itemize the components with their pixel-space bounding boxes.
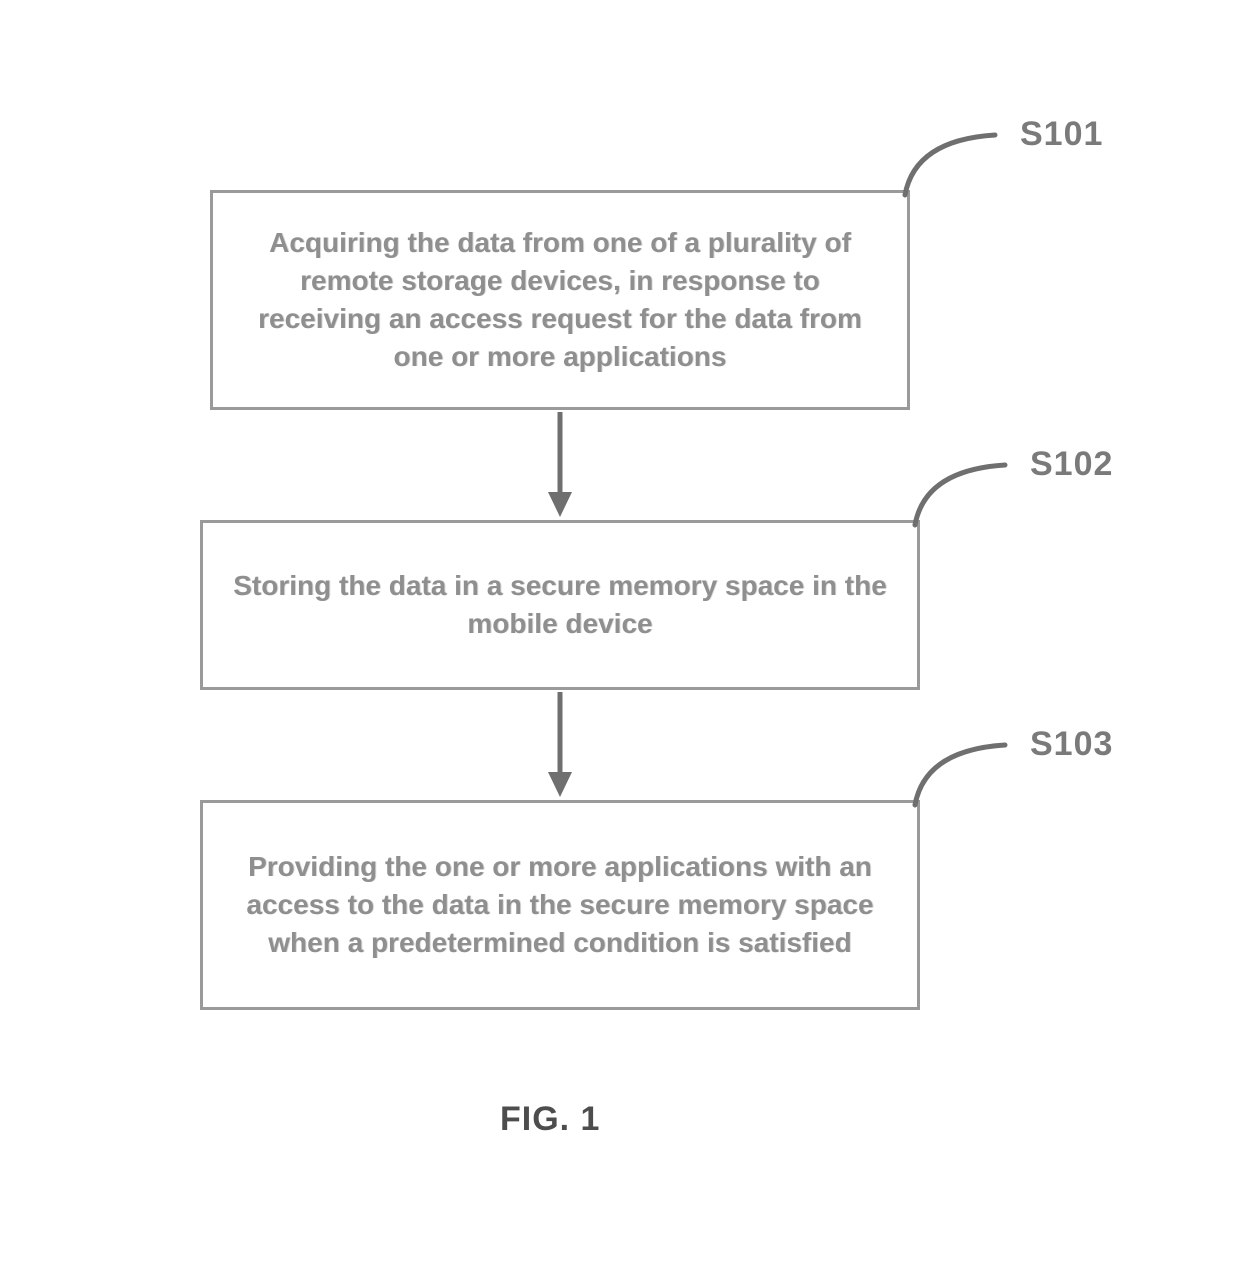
figure-caption: FIG. 1 xyxy=(500,1100,600,1139)
step-box-1: Acquiring the data from one of a plurali… xyxy=(210,190,910,410)
step-label-1: S101 xyxy=(1020,115,1103,154)
step-label-2: S102 xyxy=(1030,445,1113,484)
step-box-2: Storing the data in a secure memory spac… xyxy=(200,520,920,690)
label-connector-2 xyxy=(890,450,1030,530)
label-connector-3 xyxy=(890,730,1030,810)
label-connector-1 xyxy=(880,120,1020,200)
step-box-3: Providing the one or more applications w… xyxy=(200,800,920,1010)
flowchart-canvas: Acquiring the data from one of a plurali… xyxy=(0,0,1240,1273)
step-label-3: S103 xyxy=(1030,725,1113,764)
arrow-2-to-3 xyxy=(540,692,580,802)
step-text-2: Storing the data in a secure memory spac… xyxy=(233,567,887,643)
step-text-1: Acquiring the data from one of a plurali… xyxy=(243,224,877,375)
step-text-3: Providing the one or more applications w… xyxy=(233,848,887,961)
arrow-1-to-2 xyxy=(540,412,580,522)
